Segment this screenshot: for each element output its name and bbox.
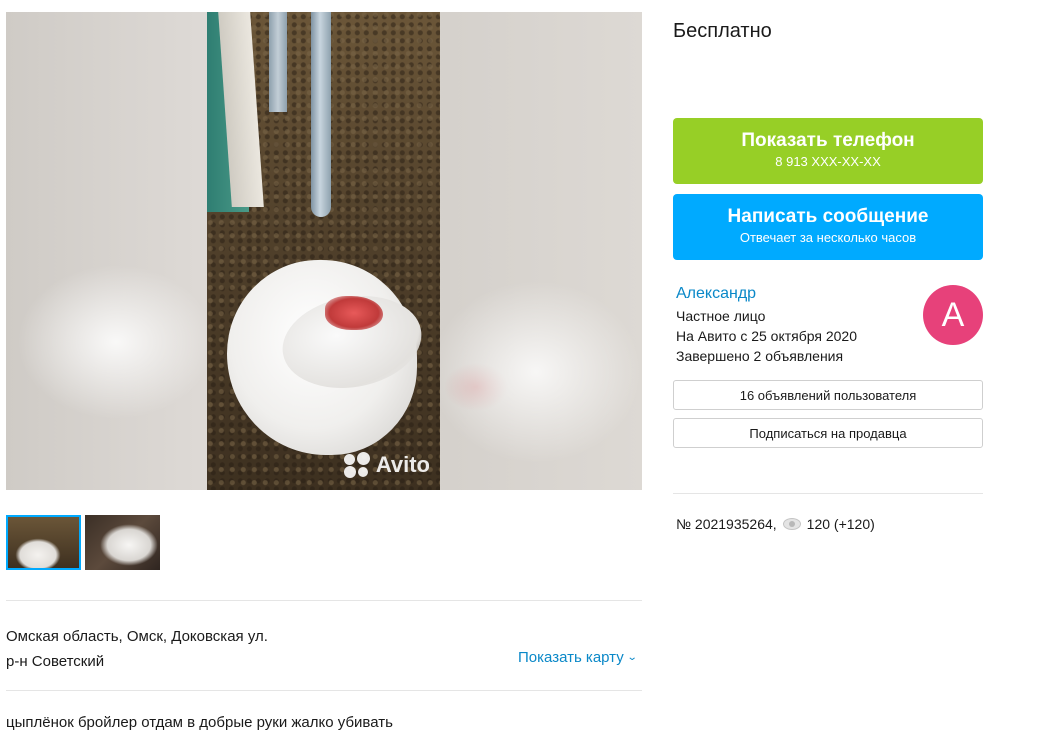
show-phone-button[interactable]: Показать телефон 8 913 XXX-XX-XX: [673, 118, 983, 184]
show-map-label: Показать карту: [518, 649, 624, 666]
subscribe-button[interactable]: Подписаться на продавца: [673, 418, 983, 448]
photo-gallery[interactable]: Avito: [6, 12, 642, 490]
avito-watermark: Avito: [343, 452, 430, 478]
thumbnail-2[interactable]: [85, 515, 160, 570]
eye-icon: [782, 518, 801, 530]
main-photo[interactable]: Avito: [207, 12, 440, 490]
listing-meta: № 2021935264, 120 (+120): [676, 516, 875, 532]
listing-description: цыплёнок бройлер отдам в добрые руки жал…: [6, 714, 393, 731]
avito-logo-icon: [343, 452, 372, 478]
divider: [6, 600, 642, 601]
phone-number: 8 913 XXX-XX-XX: [775, 154, 881, 169]
view-count: 120 (+120): [806, 516, 875, 532]
thumbnail-1[interactable]: [6, 515, 81, 570]
seller-info: Частное лицо На Авито с 25 октября 2020 …: [676, 306, 857, 366]
thumbnail-strip: [6, 515, 160, 570]
watermark-text: Avito: [375, 452, 430, 477]
seller-type: Частное лицо: [676, 308, 766, 324]
address-block: Омская область, Омск, Доковская ул. р-н …: [6, 624, 268, 674]
address-text: Омская область, Омск, Доковская ул.: [6, 628, 268, 645]
avatar[interactable]: А: [923, 285, 983, 345]
chicken-comb: [325, 296, 383, 330]
seller-since: На Авито с 25 октября 2020: [676, 328, 857, 344]
seller-completed: Завершено 2 объявления: [676, 348, 844, 364]
price: Бесплатно: [673, 20, 772, 42]
response-time: Отвечает за несколько часов: [739, 230, 917, 245]
listing-number: № 2021935264,: [676, 516, 777, 532]
divider: [673, 493, 983, 494]
show-map-link[interactable]: Показать карту ⌄: [518, 649, 638, 666]
write-message-button[interactable]: Написать сообщение Отвечает за несколько…: [673, 194, 983, 260]
seller-ads-button[interactable]: 16 объявлений пользователя: [673, 380, 983, 410]
show-phone-label: Показать телефон: [741, 130, 915, 151]
chevron-down-icon: ⌄: [626, 652, 638, 663]
divider: [6, 690, 642, 691]
seller-name-link[interactable]: Александр: [676, 285, 756, 303]
district-text: р-н Советский: [6, 653, 105, 670]
write-message-label: Написать сообщение: [727, 206, 929, 227]
avatar-letter: А: [941, 295, 965, 334]
